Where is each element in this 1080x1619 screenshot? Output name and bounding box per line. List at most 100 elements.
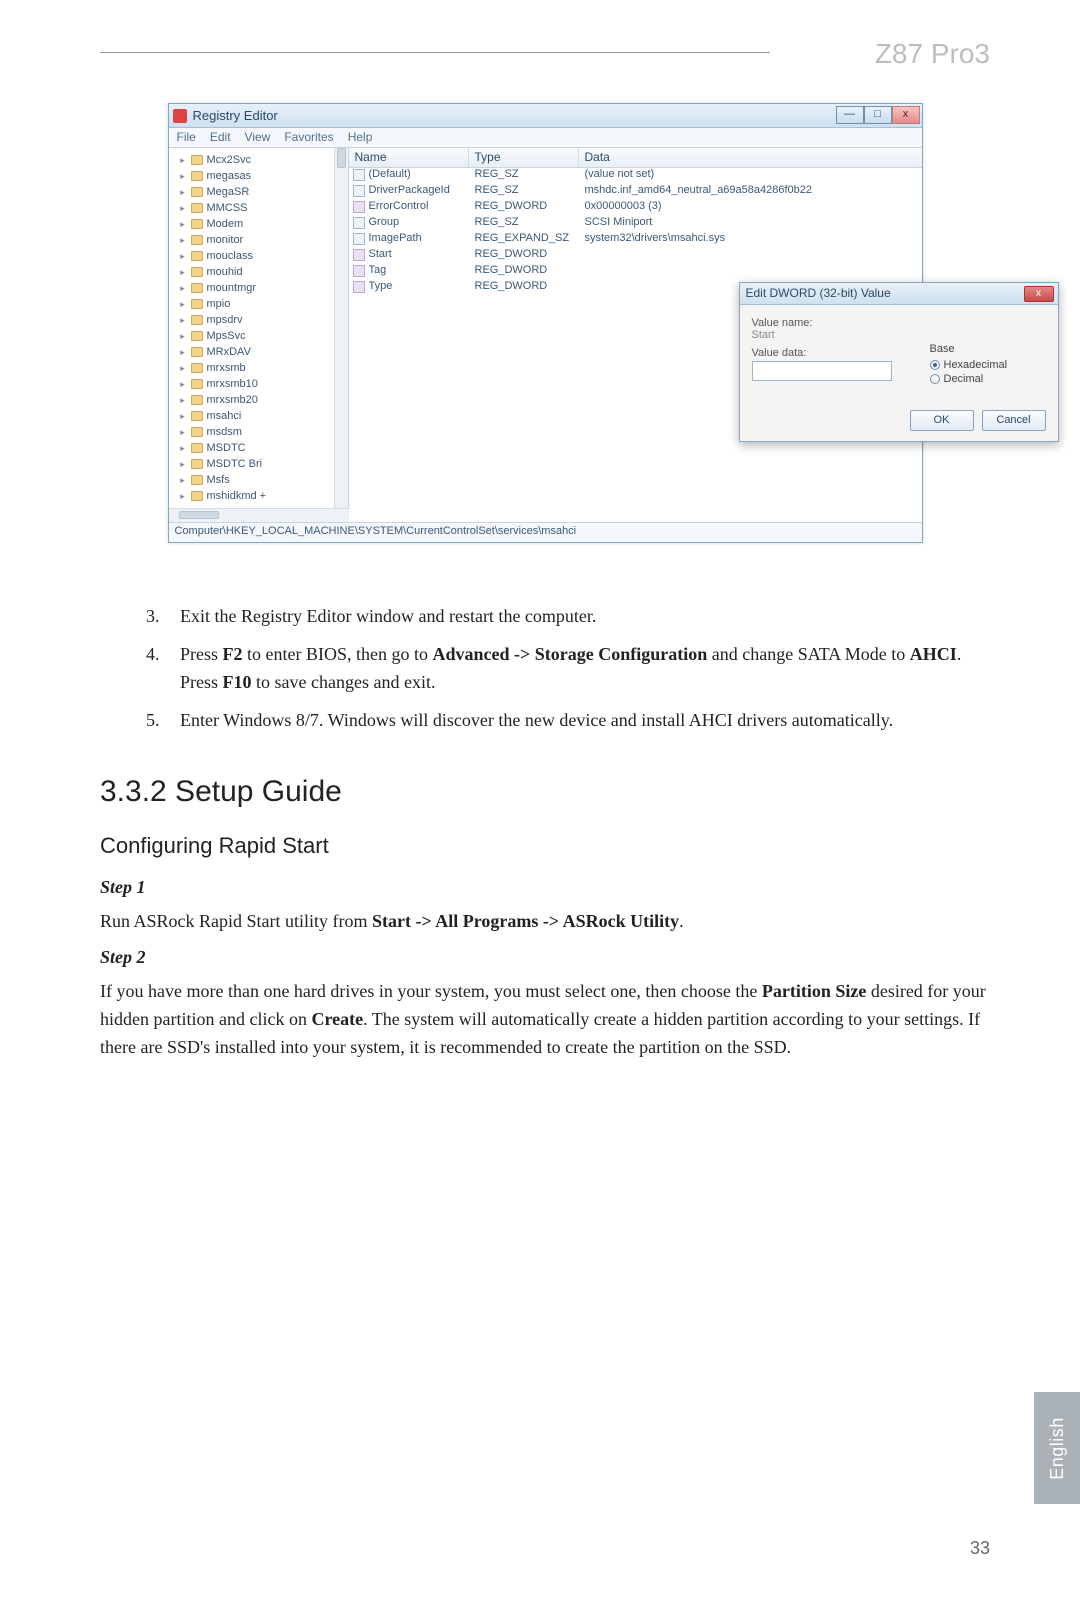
dialog-title-text: Edit DWORD (32-bit) Value — [746, 286, 891, 300]
tree-label: mrxsmb20 — [207, 394, 258, 406]
expand-icon[interactable]: ▸ — [179, 251, 187, 262]
dialog-title: Edit DWORD (32-bit) Value x — [740, 283, 1058, 305]
tree-item[interactable]: ▸mrxsmb — [179, 360, 346, 376]
expand-icon[interactable]: ▸ — [179, 331, 187, 342]
tree-item[interactable]: ▸mouhid — [179, 264, 346, 280]
menu-view[interactable]: View — [245, 130, 271, 145]
menu-edit[interactable]: Edit — [210, 130, 231, 145]
value-data: SCSI Miniport — [579, 216, 922, 232]
value-type: REG_DWORD — [469, 200, 579, 216]
menu-help[interactable]: Help — [348, 130, 373, 145]
tree-item[interactable]: ▸MMCSS — [179, 200, 346, 216]
menu-file[interactable]: File — [177, 130, 196, 145]
tree-item[interactable]: ▸msahci — [179, 408, 346, 424]
tree-label: MegaSR — [207, 186, 250, 198]
minimize-button[interactable]: — — [836, 106, 864, 124]
expand-icon[interactable]: ▸ — [179, 299, 187, 310]
tree-label: MSDTC — [207, 442, 246, 454]
value-row[interactable]: DriverPackageIdREG_SZmshdc.inf_amd64_neu… — [349, 184, 922, 200]
tree-item[interactable]: ▸ monitor — [179, 232, 346, 248]
close-button[interactable]: x — [892, 106, 920, 124]
tree-item[interactable]: ▸ MegaSR — [179, 184, 346, 200]
tree-item[interactable]: ▸msdsm — [179, 424, 346, 440]
expand-icon[interactable]: ▸ — [179, 395, 187, 406]
col-type[interactable]: Type — [469, 148, 579, 167]
value-row[interactable]: ErrorControlREG_DWORD0x00000003 (3) — [349, 200, 922, 216]
value-data — [579, 264, 922, 280]
expand-icon[interactable]: ▸ — [179, 315, 187, 326]
value-row[interactable]: ImagePathREG_EXPAND_SZsystem32\drivers\m… — [349, 232, 922, 248]
value-name: Start — [369, 248, 469, 264]
step-2-label: Step 2 — [100, 947, 990, 968]
tree-item[interactable]: ▸mouclass — [179, 248, 346, 264]
tree-horizontal-scrollbar[interactable] — [169, 508, 349, 522]
expand-icon[interactable]: ▸ — [179, 203, 187, 214]
value-data-input[interactable] — [752, 361, 892, 381]
base-radio-group: Base Hexadecimal Decimal — [930, 343, 1008, 387]
tree-label: monitor — [207, 234, 244, 246]
col-name[interactable]: Name — [349, 148, 469, 167]
expand-icon[interactable]: ▸ — [179, 267, 187, 278]
tree-item[interactable]: ▸mrxsmb10 — [179, 376, 346, 392]
string-icon — [353, 169, 365, 181]
folder-icon — [191, 235, 203, 245]
value-list-pane[interactable]: Name Type Data (Default)REG_SZ(value not… — [349, 148, 922, 522]
maximize-button[interactable]: □ — [864, 106, 892, 124]
tree-item[interactable]: ▸MSDTC Bri — [179, 456, 346, 472]
dword-icon — [353, 201, 365, 213]
expand-icon[interactable]: ▸ — [179, 379, 187, 390]
expand-icon[interactable]: ▸ — [179, 459, 187, 470]
tree-scrollbar[interactable] — [334, 148, 348, 522]
step-5: Enter Windows 8/7. Windows will discover… — [164, 707, 990, 735]
value-name: DriverPackageId — [369, 184, 469, 200]
ok-button[interactable]: OK — [910, 410, 974, 431]
value-row[interactable]: GroupREG_SZSCSI Miniport — [349, 216, 922, 232]
tree-item[interactable]: ▸MpsSvc — [179, 328, 346, 344]
expand-icon[interactable]: ▸ — [179, 235, 187, 246]
dialog-close-button[interactable]: x — [1024, 286, 1054, 302]
value-row[interactable]: (Default)REG_SZ(value not set) — [349, 168, 922, 184]
col-data[interactable]: Data — [579, 148, 922, 167]
tree-pane[interactable]: ▸Mcx2Svc▸megasas▸MegaSR▸MMCSS▸Modem▸moni… — [169, 148, 349, 522]
expand-icon[interactable]: ▸ — [179, 427, 187, 438]
tree-item[interactable]: ▸MRxDAV — [179, 344, 346, 360]
tree-item[interactable]: ▸mshidkmd + — [179, 488, 346, 504]
value-row[interactable]: StartREG_DWORD — [349, 248, 922, 264]
expand-icon[interactable]: ▸ — [179, 171, 187, 182]
window-titlebar: Registry Editor — □ x — [169, 104, 922, 128]
cancel-button[interactable]: Cancel — [982, 410, 1046, 431]
tree-item[interactable]: ▸Mcx2Svc — [179, 152, 346, 168]
expand-icon[interactable]: ▸ — [179, 491, 187, 502]
expand-icon[interactable]: ▸ — [179, 347, 187, 358]
tree-item[interactable]: ▸Modem — [179, 216, 346, 232]
window-title: Registry Editor — [193, 108, 278, 123]
radio-dec[interactable]: Decimal — [930, 373, 1008, 385]
tree-item[interactable]: ▸ megasas — [179, 168, 346, 184]
expand-icon[interactable]: ▸ — [179, 411, 187, 422]
expand-icon[interactable]: ▸ — [179, 443, 187, 454]
radio-hex[interactable]: Hexadecimal — [930, 359, 1008, 371]
expand-icon[interactable]: ▸ — [179, 283, 187, 294]
expand-icon[interactable]: ▸ — [179, 155, 187, 166]
folder-icon — [191, 427, 203, 437]
folder-icon — [191, 491, 203, 501]
value-name-label: Value name: — [752, 317, 1046, 329]
tree-item[interactable]: ▸mountmgr — [179, 280, 346, 296]
tree-label: mpio — [207, 298, 231, 310]
value-type: REG_DWORD — [469, 264, 579, 280]
expand-icon[interactable]: ▸ — [179, 475, 187, 486]
tree-item[interactable]: ▸ MSDTC — [179, 440, 346, 456]
string-icon — [353, 233, 365, 245]
step-2-text: If you have more than one hard drives in… — [100, 978, 990, 1062]
menu-favorites[interactable]: Favorites — [284, 130, 333, 145]
tree-label: megasas — [207, 170, 252, 182]
tree-item[interactable]: ▸Msfs — [179, 472, 346, 488]
tree-item[interactable]: ▸mpsdrv — [179, 312, 346, 328]
value-row[interactable]: TagREG_DWORD — [349, 264, 922, 280]
expand-icon[interactable]: ▸ — [179, 363, 187, 374]
expand-icon[interactable]: ▸ — [179, 219, 187, 230]
tree-item[interactable]: ▸ mpio — [179, 296, 346, 312]
expand-icon[interactable]: ▸ — [179, 187, 187, 198]
menu-bar: File Edit View Favorites Help — [169, 128, 922, 148]
tree-item[interactable]: ▸ mrxsmb20 — [179, 392, 346, 408]
